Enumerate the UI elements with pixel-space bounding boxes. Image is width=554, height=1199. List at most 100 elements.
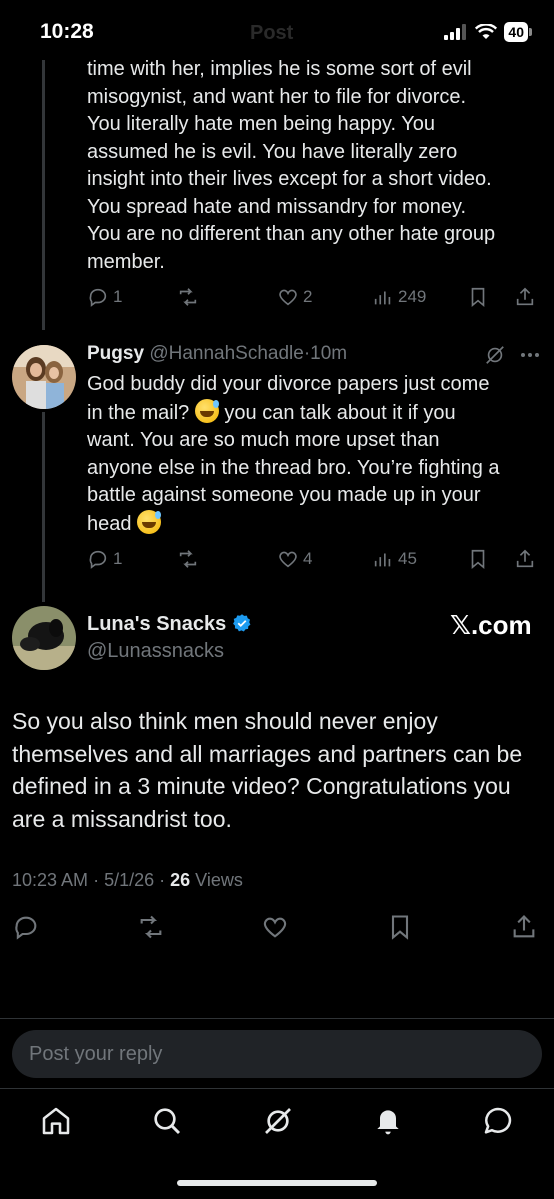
views-count: 249 (398, 287, 427, 306)
grok-icon[interactable] (484, 344, 506, 366)
messages-icon (484, 1107, 512, 1134)
main-tweet-header: Luna's Snacks (87, 613, 252, 636)
text-segment: in the mail? (87, 401, 190, 424)
avatar[interactable] (12, 606, 76, 670)
reply-composer[interactable] (12, 1030, 542, 1078)
text-line: anyone else in the thread bro. You’re fi… (87, 456, 500, 479)
author-handle[interactable]: @HannahSchadle (149, 343, 304, 364)
tab-notifications[interactable] (372, 1105, 406, 1139)
views-count: 45 (398, 549, 417, 568)
avatar-image (12, 345, 76, 409)
repost-icon (179, 550, 197, 568)
avatar-image (12, 606, 76, 670)
like-button[interactable]: 4 (277, 548, 312, 570)
status-faded-title: Post (250, 22, 294, 44)
author-handle[interactable]: @Lunassnacks (87, 640, 224, 662)
views-icon (374, 553, 391, 567)
reply-icon (15, 916, 37, 940)
divider (0, 1018, 554, 1019)
reply-icon (89, 550, 107, 569)
tweet-2-actions: 1 4 45 (87, 548, 537, 576)
heart-icon (279, 551, 297, 568)
main-tweet-text: So you also think men should never enjoy… (12, 708, 523, 832)
tab-grok[interactable] (262, 1105, 296, 1139)
share-button[interactable] (510, 913, 538, 946)
tweet-1-actions: 1 2 249 (87, 286, 537, 314)
views-total: 26 (170, 870, 191, 890)
text-segment: you can talk about it if you (224, 401, 456, 424)
text-line: head (87, 509, 542, 539)
bookmark-icon (391, 915, 409, 940)
more-icon[interactable] (520, 352, 540, 358)
heart-icon (263, 917, 287, 938)
text-line: misogynist, and want her to file for div… (87, 85, 467, 108)
text-line: assumed he is evil. You have literally z… (87, 140, 458, 163)
tab-search[interactable] (151, 1105, 185, 1139)
post-date[interactable]: 5/1/26 (104, 870, 154, 890)
reply-count: 1 (113, 287, 123, 306)
repost-icon (179, 288, 197, 306)
battery-indicator: 40 (504, 22, 532, 42)
tab-home[interactable] (40, 1105, 74, 1139)
text-line: insight into their lives except for a sh… (87, 168, 492, 190)
views-button[interactable]: 249 (372, 286, 426, 308)
reply-icon (89, 288, 107, 307)
text-line: You are no different than any other hate… (87, 223, 496, 245)
author-name[interactable]: Luna's Snacks (87, 613, 226, 635)
bell-icon (377, 1110, 399, 1135)
share-icon (516, 549, 534, 568)
repost-button[interactable] (177, 548, 199, 570)
post-time[interactable]: 10:23 AM (12, 870, 88, 890)
like-count: 2 (303, 287, 313, 306)
reply-input[interactable] (12, 1030, 542, 1078)
signal-icon (444, 24, 467, 40)
text-line: in the mail? you can talk about it if yo… (87, 398, 542, 428)
text-line: member. (87, 250, 165, 273)
bookmark-button[interactable] (467, 286, 489, 308)
reply-count: 1 (113, 549, 123, 568)
home-indicator (177, 1180, 377, 1186)
text-line: You literally hate men being happy. You (87, 113, 436, 135)
repost-button[interactable] (137, 913, 165, 946)
tweet-1-text: time with her, implies he is some sort o… (87, 56, 542, 276)
share-icon (516, 287, 534, 306)
like-count: 4 (303, 549, 313, 568)
share-button[interactable] (514, 286, 536, 308)
grok-icon (265, 1108, 291, 1134)
text-line: God buddy did your divorce papers just c… (87, 373, 490, 395)
bookmark-icon (471, 549, 485, 570)
author-name[interactable]: Pugsy (87, 343, 144, 364)
reply-button[interactable]: 1 (87, 548, 122, 570)
like-button[interactable] (261, 913, 289, 946)
main-tweet-handle-line: @Lunassnacks (87, 640, 224, 663)
post-time: 10m (310, 343, 348, 364)
avatar[interactable] (12, 345, 76, 409)
share-icon (513, 915, 535, 938)
bookmark-icon (471, 287, 485, 308)
views-icon (374, 291, 391, 305)
views-label: Views (195, 870, 243, 890)
post-meta: 10:23 AM · 5/1/26 · 26 Views (12, 870, 243, 890)
tweet-2-header: Pugsy @HannahSchadle·10m (87, 343, 347, 365)
home-icon (42, 1107, 70, 1135)
thread-line (42, 412, 45, 602)
bookmark-button[interactable] (386, 913, 414, 946)
repost-icon (140, 915, 162, 939)
text-line: battle against someone you made up in yo… (87, 484, 481, 506)
like-button[interactable]: 2 (277, 286, 312, 308)
share-button[interactable] (514, 548, 536, 570)
views-button[interactable]: 45 (372, 548, 417, 570)
tweet-2-text: God buddy did your divorce papers just c… (87, 371, 542, 538)
status-time: 10:28 (40, 20, 94, 43)
reply-button[interactable]: 1 (87, 286, 122, 308)
repost-button[interactable] (177, 286, 199, 308)
thread-line (42, 60, 45, 330)
reply-button[interactable] (12, 913, 40, 946)
bookmark-button[interactable] (467, 548, 489, 570)
text-line: want. You are so much more upset than (87, 429, 440, 451)
verified-badge-icon (232, 614, 250, 632)
tab-messages[interactable] (482, 1105, 516, 1139)
heart-icon (279, 289, 297, 306)
text-line: time with her, implies he is some sort o… (87, 58, 472, 80)
sweat-smile-emoji-icon (194, 398, 219, 423)
